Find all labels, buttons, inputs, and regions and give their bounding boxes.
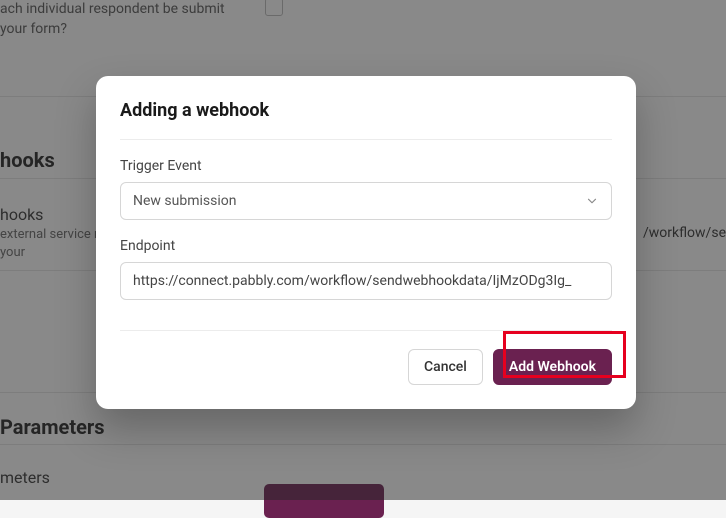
trigger-event-select[interactable]: New submission — [120, 182, 612, 220]
trigger-event-group: Trigger Event New submission — [120, 158, 612, 220]
modal-footer: Cancel Add Webhook — [120, 330, 612, 385]
add-webhook-button[interactable]: Add Webhook — [493, 349, 612, 385]
endpoint-input[interactable] — [120, 262, 612, 300]
cancel-button[interactable]: Cancel — [408, 349, 483, 385]
endpoint-group: Endpoint — [120, 238, 612, 300]
modal-title: Adding a webhook — [120, 100, 612, 140]
add-webhook-modal: Adding a webhook Trigger Event New submi… — [96, 76, 636, 409]
endpoint-label: Endpoint — [120, 238, 612, 254]
trigger-event-label: Trigger Event — [120, 158, 612, 174]
trigger-event-selected-value: New submission — [133, 193, 236, 209]
chevron-down-icon — [585, 194, 599, 208]
